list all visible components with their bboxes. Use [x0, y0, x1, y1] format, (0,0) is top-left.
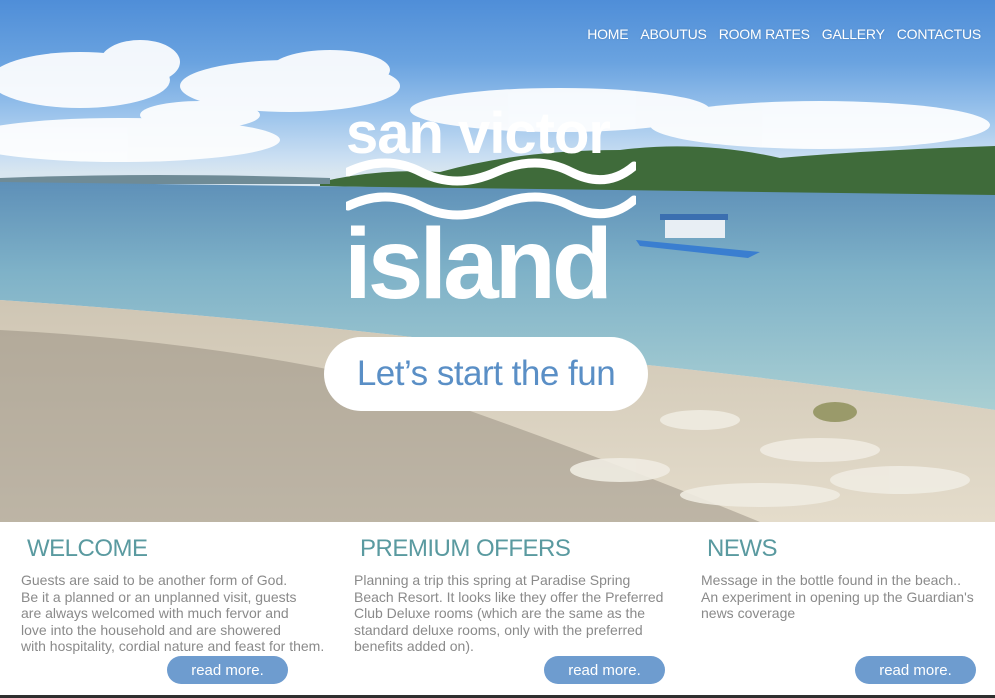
- welcome-text: Guests are said to be another form of Go…: [21, 572, 325, 654]
- offers-title: PREMIUM OFFERS: [360, 535, 571, 562]
- news-title: NEWS: [707, 535, 778, 562]
- news-section: NEWS Message in the bottle found in the …: [701, 535, 991, 622]
- welcome-title: WELCOME: [27, 535, 148, 562]
- site-logo: san victor island: [340, 102, 640, 322]
- welcome-section: WELCOME Guests are said to be another fo…: [21, 535, 341, 655]
- welcome-read-more-button[interactable]: read more.: [167, 656, 288, 684]
- news-read-more-button[interactable]: read more.: [855, 656, 976, 684]
- nav-gallery[interactable]: GALLERY: [822, 26, 885, 42]
- offers-text: Planning a trip this spring at Paradise …: [354, 572, 664, 654]
- news-text: Message in the bottle found in the beach…: [701, 572, 974, 621]
- nav-contact-us[interactable]: CONTACTUS: [897, 26, 981, 42]
- logo-line-2: island: [344, 208, 613, 320]
- hero-banner: HOME ABOUTUS ROOM RATES GALLERY CONTACTU…: [0, 0, 995, 522]
- offers-section: PREMIUM OFFERS Planning a trip this spri…: [354, 535, 684, 655]
- nav-home[interactable]: HOME: [587, 26, 628, 42]
- cta-label: Let’s start the fun: [356, 354, 616, 393]
- main-nav: HOME ABOUTUS ROOM RATES GALLERY CONTACTU…: [587, 26, 981, 42]
- nav-room-rates[interactable]: ROOM RATES: [719, 26, 810, 42]
- nav-about-us[interactable]: ABOUTUS: [640, 26, 706, 42]
- cta-button[interactable]: Let’s start the fun: [324, 337, 648, 411]
- offers-read-more-button[interactable]: read more.: [544, 656, 665, 684]
